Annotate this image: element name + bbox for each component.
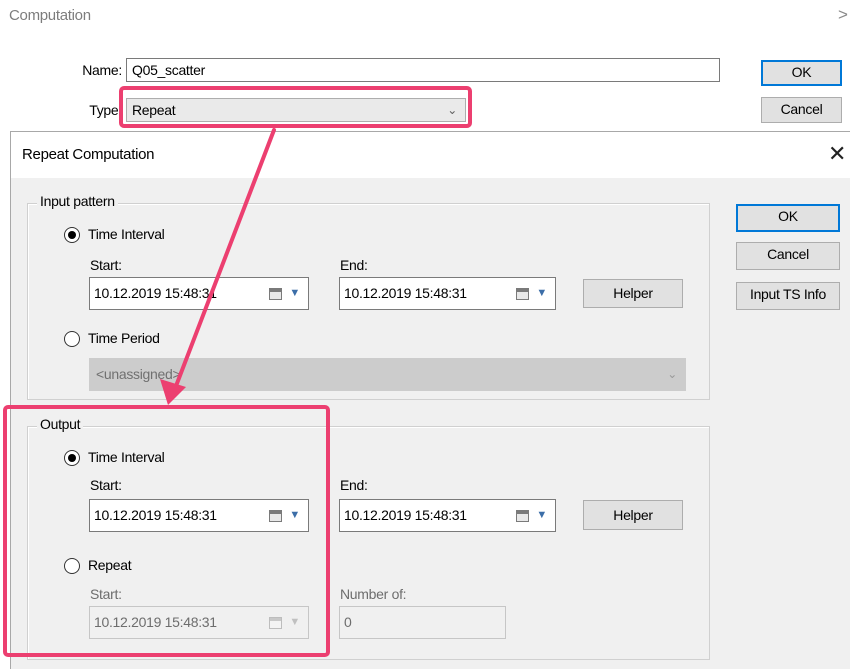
annotation-arrow-head xyxy=(160,379,186,405)
annotation-arrow xyxy=(160,128,276,405)
annotation-arrow-line xyxy=(174,128,276,388)
